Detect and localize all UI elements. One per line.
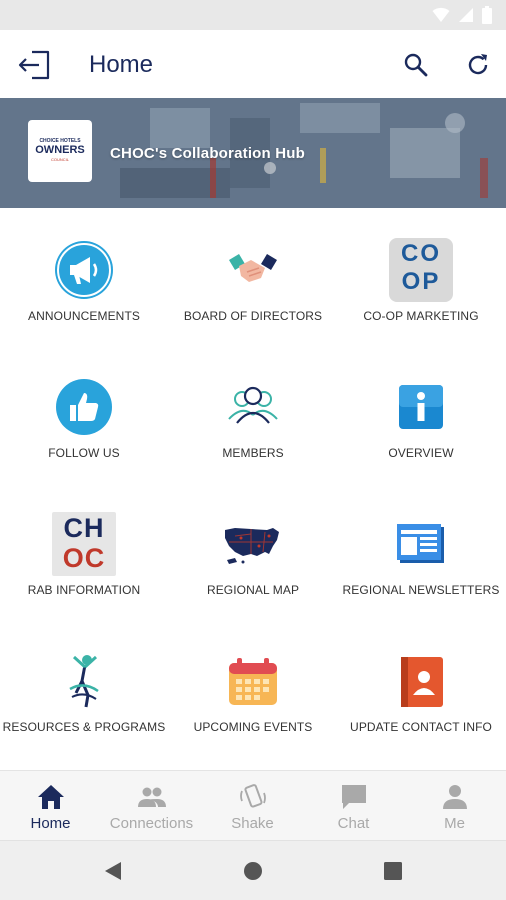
tile-members[interactable]: MEMBERS (169, 345, 337, 481)
wifi-icon (432, 7, 450, 22)
status-bar (0, 0, 506, 30)
nav-label: Shake (231, 815, 274, 832)
logo-line-2: OWNERS (35, 144, 85, 156)
tile-label: BOARD OF DIRECTORS (183, 309, 323, 323)
home-icon (37, 785, 64, 809)
refresh-icon[interactable] (465, 52, 491, 78)
banner-title: CHOC's Collaboration Hub (110, 145, 306, 162)
tile-follow-us[interactable]: FOLLOW US (0, 345, 168, 481)
system-navigation-bar (0, 840, 506, 900)
tile-regional-newsletters[interactable]: REGIONAL NEWSLETTERS (337, 482, 505, 618)
chat-icon (341, 785, 366, 809)
nav-me[interactable]: Me (404, 771, 505, 841)
tile-label: REGIONAL NEWSLETTERS (342, 583, 500, 597)
nav-label: Me (444, 815, 465, 832)
logo-line-3: COUNCIL (50, 157, 69, 162)
signal-icon (459, 8, 473, 22)
phone-screen: Home CHOICE HOTELS OWNERS COUNCIL CHOC's… (0, 0, 506, 900)
handshake-icon (229, 254, 277, 282)
tile-update-contact-info[interactable]: UPDATE CONTACT INFO (337, 619, 505, 755)
newsletter-icon (397, 524, 444, 563)
coop-top-text: CO (401, 240, 441, 267)
recents-square-icon[interactable] (381, 859, 405, 883)
nav-label: Connections (109, 815, 194, 832)
choc-bottom-text: OC (62, 543, 106, 573)
coop-logo-icon: CO OP (389, 238, 453, 302)
tile-label: UPDATE CONTACT INFO (350, 720, 492, 734)
app-bar: Home (0, 30, 506, 98)
tile-overview[interactable]: OVERVIEW (337, 345, 505, 481)
back-triangle-icon[interactable] (101, 859, 125, 883)
tile-label: REGIONAL MAP (206, 583, 300, 597)
tile-label: OVERVIEW (388, 446, 454, 460)
megaphone-icon (55, 241, 113, 299)
tile-label: FOLLOW US (48, 446, 120, 460)
contact-book-icon (401, 657, 443, 707)
tile-label: ANNOUNCEMENTS (28, 309, 140, 323)
tile-upcoming-events[interactable]: UPCOMING EVENTS (169, 619, 337, 755)
people-icon (137, 787, 166, 807)
person-icon (442, 785, 467, 809)
nav-chat[interactable]: Chat (303, 771, 404, 841)
nav-label: Chat (337, 815, 370, 832)
calendar-icon (229, 658, 277, 705)
tile-resources-programs[interactable]: RESOURCES & PROGRAMS (0, 619, 168, 755)
nav-label: Home (30, 815, 71, 832)
members-icon (228, 386, 278, 424)
feature-grid: ANNOUNCEMENTS BOARD OF DIRECTORS CO OP C… (0, 208, 506, 770)
thumbs-up-icon (56, 379, 112, 435)
home-circle-icon[interactable] (241, 859, 265, 883)
tile-announcements[interactable]: ANNOUNCEMENTS (0, 208, 168, 344)
logout-icon[interactable] (18, 48, 52, 82)
bottom-navigation: Home Connections Shake Chat Me (0, 770, 506, 840)
tile-rab-information[interactable]: CH OC RAB INFORMATION (0, 482, 168, 618)
status-icons (432, 6, 492, 24)
usa-map-icon (225, 528, 279, 564)
shake-phone-icon (239, 784, 266, 808)
tile-label: RAB INFORMATION (27, 583, 141, 597)
page-title: Home (89, 51, 154, 78)
yoga-figure-icon (69, 655, 99, 708)
owners-council-logo: CHOICE HOTELS OWNERS COUNCIL (28, 120, 92, 182)
tile-label: UPCOMING EVENTS (193, 720, 313, 734)
tile-label: RESOURCES & PROGRAMS (2, 720, 166, 734)
nav-connections[interactable]: Connections (101, 771, 202, 841)
tile-label: CO-OP MARKETING (363, 309, 479, 323)
tile-coop-marketing[interactable]: CO OP CO-OP MARKETING (337, 208, 505, 344)
tile-label: MEMBERS (222, 446, 284, 460)
choc-top-text: CH (63, 513, 105, 543)
coop-bottom-text: OP (401, 268, 441, 295)
choc-logo-icon: CH OC (52, 512, 116, 576)
tile-board-of-directors[interactable]: BOARD OF DIRECTORS (169, 208, 337, 344)
search-icon[interactable] (403, 52, 429, 78)
hub-banner: CHOICE HOTELS OWNERS COUNCIL CHOC's Coll… (0, 98, 506, 208)
tile-regional-map[interactable]: REGIONAL MAP (169, 482, 337, 618)
nav-shake[interactable]: Shake (202, 771, 303, 841)
nav-home[interactable]: Home (0, 771, 101, 841)
battery-icon (482, 6, 492, 24)
info-icon (399, 385, 443, 429)
